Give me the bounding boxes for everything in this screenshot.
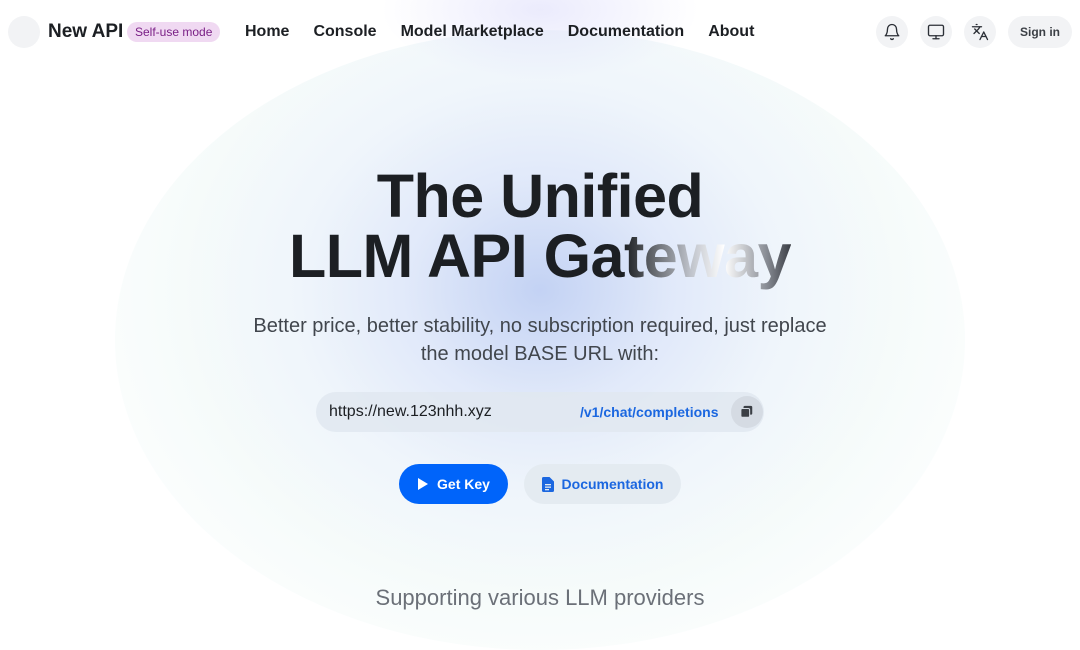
hero-title-line-2-shine: teway bbox=[623, 222, 792, 290]
notifications-button[interactable] bbox=[876, 16, 908, 48]
hero-title-line-1: The Unified bbox=[376, 162, 704, 230]
nav-model-marketplace[interactable]: Model Marketplace bbox=[401, 20, 544, 44]
top-navbar: New API Self-use mode Home Console Model… bbox=[0, 0, 1080, 64]
copy-url-button[interactable] bbox=[731, 396, 763, 428]
providers-heading: Supporting various LLM providers bbox=[375, 585, 705, 610]
app-logo[interactable] bbox=[8, 16, 40, 48]
monitor-icon bbox=[927, 24, 945, 40]
main-nav: Home Console Model Marketplace Documenta… bbox=[245, 20, 754, 44]
nav-about[interactable]: About bbox=[708, 20, 754, 44]
app-name[interactable]: New API bbox=[48, 20, 123, 44]
hero-title-line-2-plain: LLM API Ga bbox=[288, 222, 625, 290]
documentation-button[interactable]: Documentation bbox=[524, 464, 681, 504]
nav-home[interactable]: Home bbox=[245, 20, 289, 44]
language-button[interactable] bbox=[964, 16, 996, 48]
endpoint-path-link[interactable]: /v1/chat/completions bbox=[580, 403, 718, 421]
hero-title: The Unified LLM API Gateway bbox=[0, 162, 1080, 287]
nav-console[interactable]: Console bbox=[313, 20, 376, 44]
bell-icon bbox=[884, 23, 900, 41]
base-url-bar: https://new.123nhh.xyz /v1/chat/completi… bbox=[316, 392, 764, 432]
theme-toggle-button[interactable] bbox=[920, 16, 952, 48]
copy-icon bbox=[740, 405, 753, 418]
sign-in-button[interactable]: Sign in bbox=[1008, 16, 1072, 48]
documentation-label: Documentation bbox=[561, 476, 664, 492]
get-key-button[interactable]: Get Key bbox=[399, 464, 508, 504]
play-icon bbox=[418, 478, 429, 490]
base-url-text[interactable]: https://new.123nhh.xyz bbox=[329, 402, 492, 422]
nav-documentation[interactable]: Documentation bbox=[568, 20, 684, 44]
hero-title-line-2: LLM API Gateway bbox=[0, 226, 1080, 287]
hero-subtitle: Better price, better stability, no subsc… bbox=[253, 315, 827, 365]
document-icon bbox=[541, 476, 554, 492]
translate-icon bbox=[971, 23, 989, 41]
get-key-label: Get Key bbox=[437, 476, 490, 492]
mode-badge: Self-use mode bbox=[127, 22, 221, 42]
